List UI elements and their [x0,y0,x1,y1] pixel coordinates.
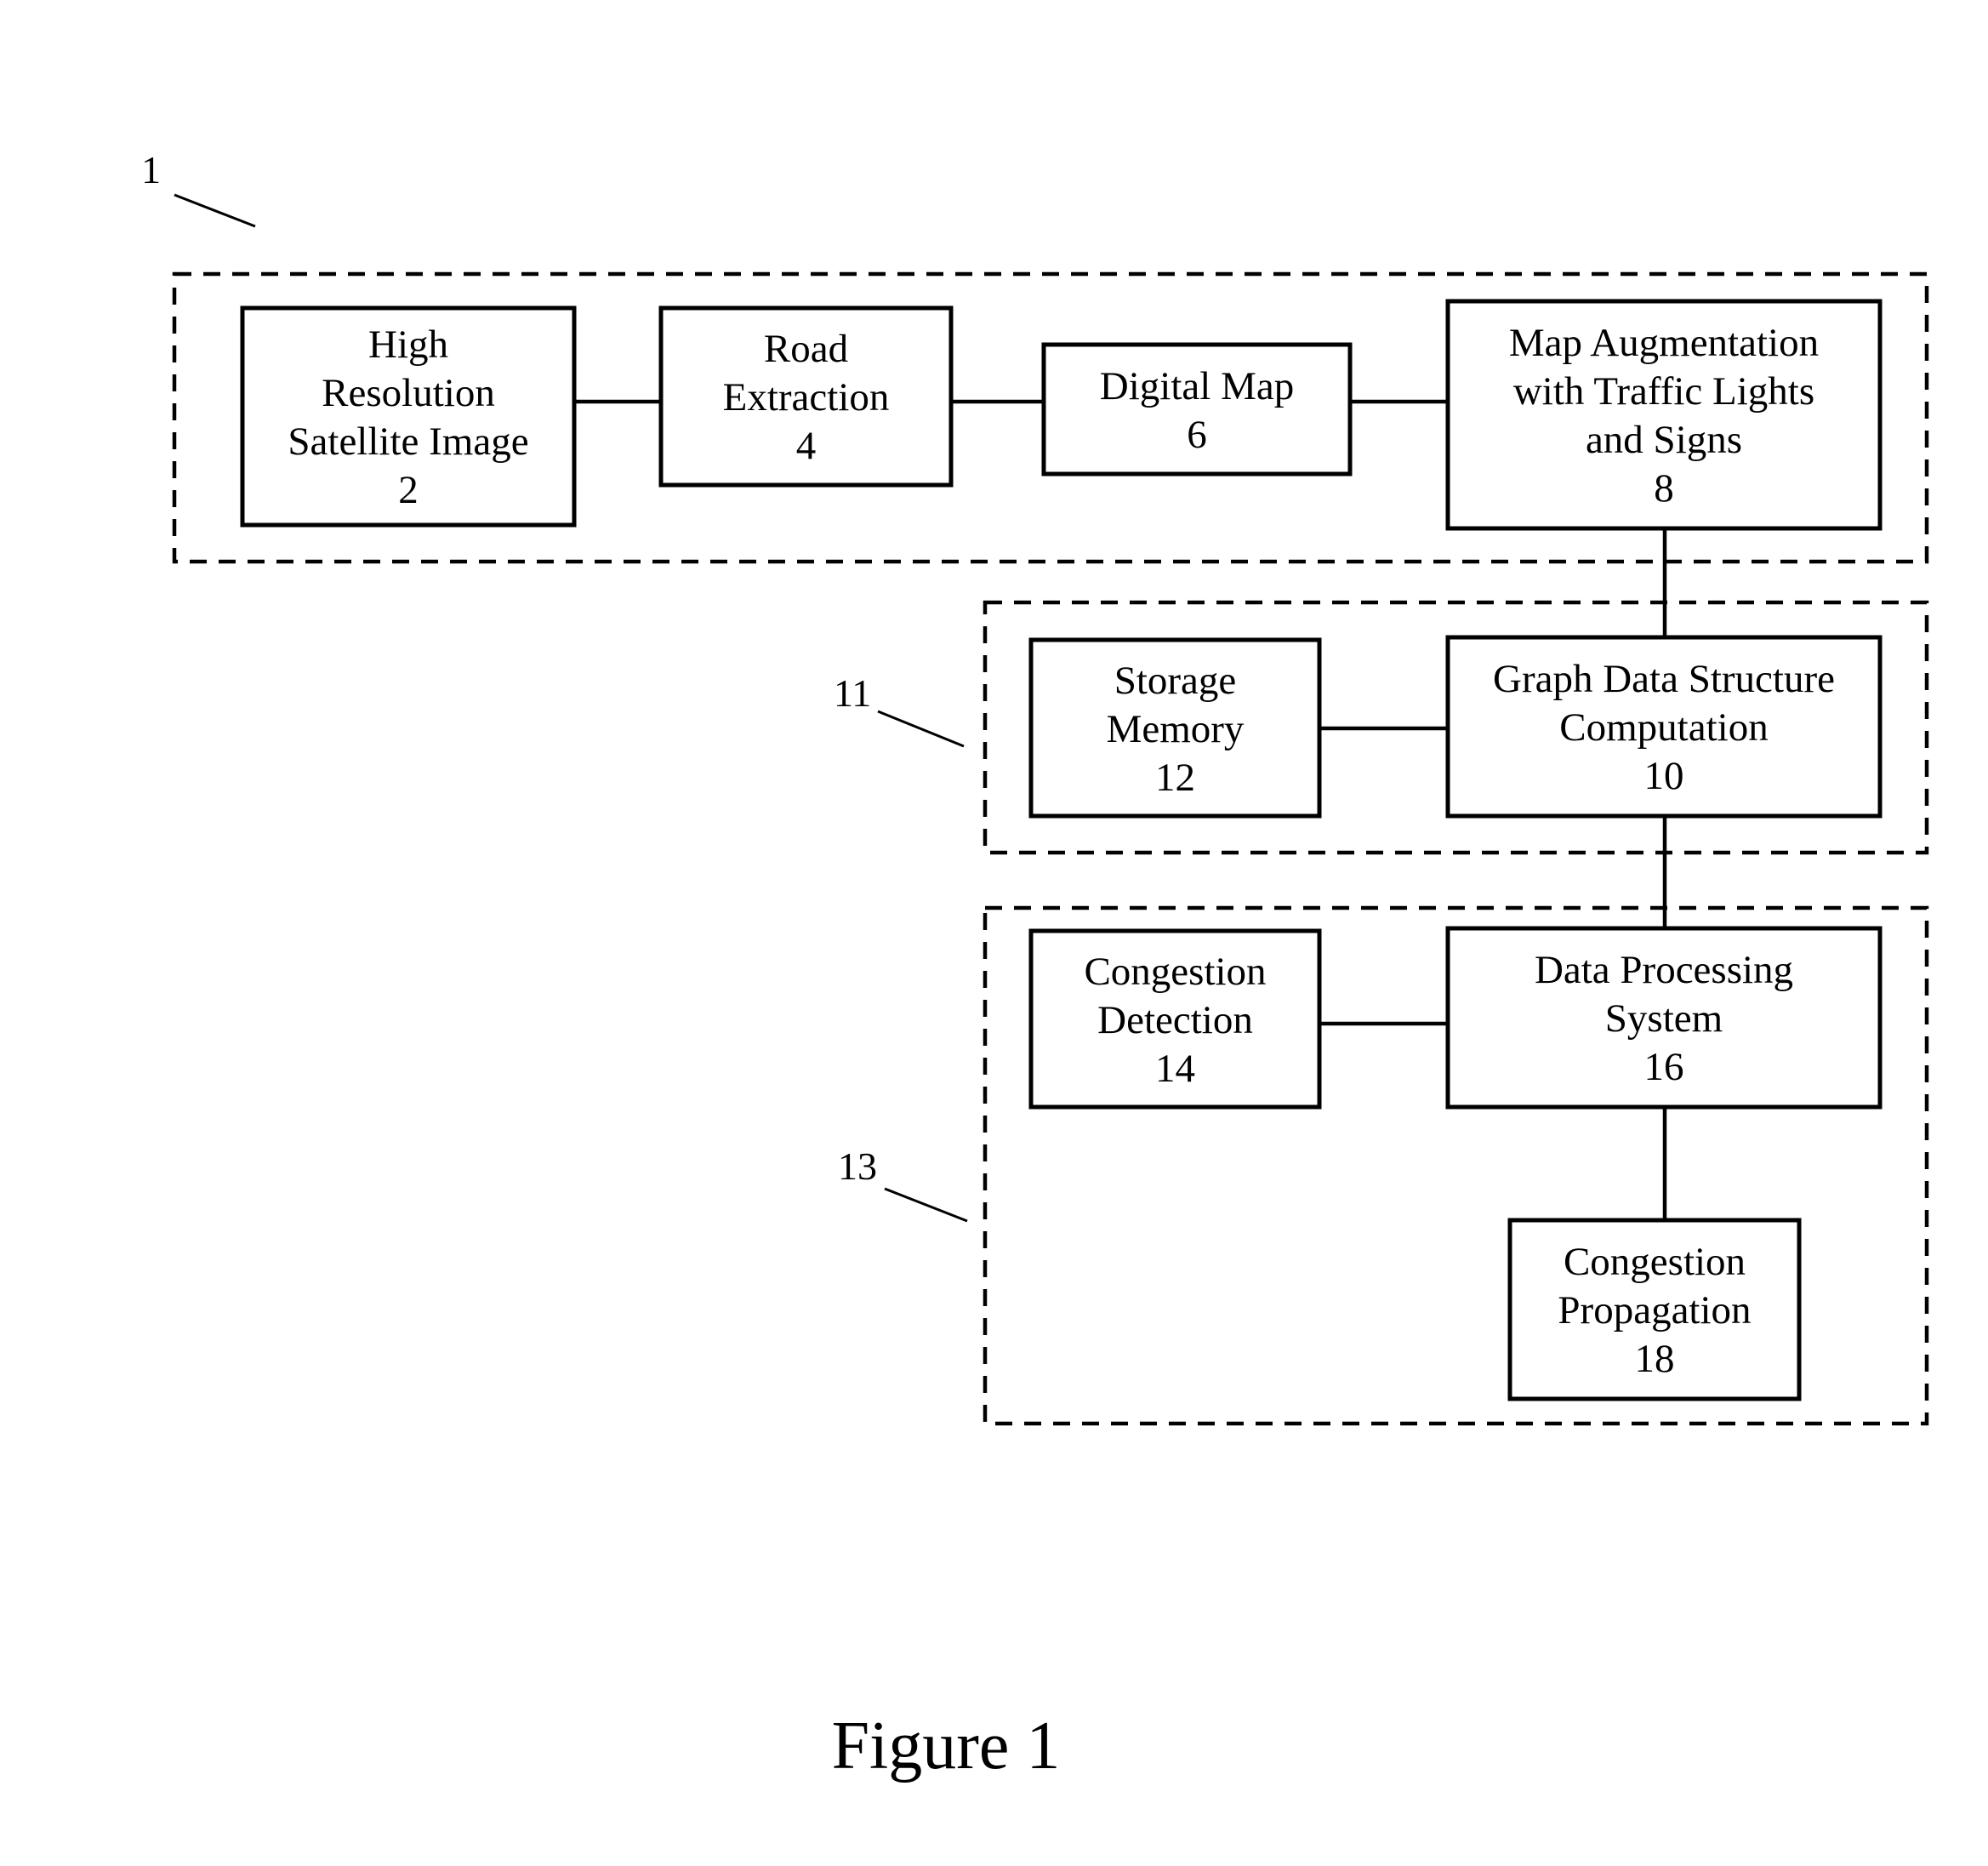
leader-line-storage-group [877,710,965,748]
block-graph-computation: Graph Data StructureComputation10 [1445,635,1883,819]
block-congestion-propagation: CongestionPropagation 18 [1507,1218,1802,1401]
ref-label-storage-group: 11 [834,671,871,715]
block-label-line: Map Augmentation [1509,321,1819,365]
block-label-line: Memory [1107,707,1245,751]
block-reference-number: 6 [1187,413,1207,457]
blocks: HighResolutionSatellite Image2 RoadExtrac… [240,299,1883,1401]
block-reference-number: 8 [1654,466,1674,511]
block-label-line: Congestion [1084,950,1266,994]
block-label-line: with Traffic Lights [1513,369,1814,414]
system-block-diagram: 1 11 13 HighResolutionSatellite Image2 Ro… [141,148,1929,1783]
block-label-line: Storage [1114,659,1237,703]
ref-label-system: 1 [141,148,161,191]
block-reference-number: 10 [1644,754,1684,798]
block-reference-number: 12 [1155,756,1195,800]
block-label-line: Detection [1097,998,1253,1042]
block-label-line: Extraction [723,375,890,419]
block-reference-number: 18 [1635,1337,1675,1381]
block-label-line: Graph Data Structure [1493,657,1835,701]
block-label-line: Digital Map [1100,364,1294,408]
leader-line-processing-group [884,1187,968,1223]
block-data-processing: Data ProcessingSystem16 [1445,926,1883,1110]
block-label-line: Propagation [1558,1288,1751,1332]
block-label-line: System [1605,996,1723,1041]
ref-label-processing-group: 13 [838,1144,877,1188]
block-label-line: Congestion [1564,1240,1746,1284]
block-road-extraction: RoadExtraction 4 [658,305,954,488]
block-reference-number: 14 [1155,1047,1195,1091]
block-congestion-detection: CongestionDetection 14 [1028,928,1322,1110]
block-label-line: High [368,322,448,367]
block-digital-map: Digital Map 6 [1041,342,1353,476]
block-label-line: Computation [1559,705,1768,750]
figure-caption: Figure 1 [832,1709,1061,1783]
block-satellite: HighResolutionSatellite Image2 [240,305,577,528]
block-map-augmentation: Map Augmentationwith Traffic Lightsand S… [1445,299,1883,531]
block-label-line: Resolution [322,371,495,415]
block-reference-number: 16 [1644,1045,1684,1089]
block-label-line: and Signs [1586,418,1742,462]
block-storage-memory: StorageMemory 12 [1028,637,1322,819]
leader-line-system [174,193,256,228]
block-reference-number: 4 [796,424,817,468]
block-label-line: Satellite Image [288,419,528,464]
block-reference-number: 2 [398,468,419,512]
block-label-line: Road [764,327,848,371]
block-label-line: Data Processing [1535,948,1793,992]
